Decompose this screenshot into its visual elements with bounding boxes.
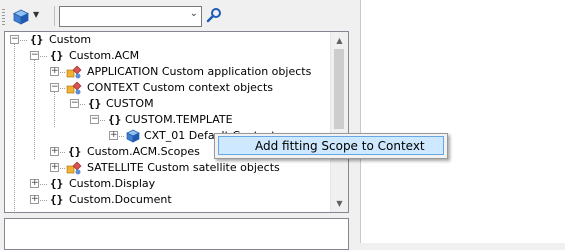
tree-node-custom-acm[interactable]: − {} Custom.ACM — [5, 48, 331, 64]
blue-cube-icon — [13, 9, 29, 25]
panel-splitter[interactable] — [352, 0, 360, 243]
search-icon[interactable] — [206, 7, 222, 23]
tree-node-custom-template[interactable]: − {} CUSTOM.TEMPLATE — [5, 112, 331, 128]
scroll-up-icon[interactable]: ▲ — [331, 32, 348, 49]
colored-shapes-icon — [66, 161, 82, 175]
object-type-dropdown-button[interactable]: ▼ — [8, 6, 54, 28]
colored-shapes-icon — [66, 65, 82, 79]
right-panel — [360, 0, 565, 243]
blue-cube-icon — [126, 129, 140, 143]
tree-node-custom-display[interactable]: + {} Custom.Display — [5, 176, 331, 192]
collapse-icon[interactable]: − — [50, 82, 59, 92]
tree-node-application[interactable]: + APPLICATION Custom application objects — [5, 64, 331, 80]
braces-icon: {} — [88, 97, 102, 110]
braces-icon: {} — [30, 33, 44, 46]
tree-vertical-scrollbar[interactable]: ▲ ▼ — [330, 32, 348, 212]
tree-node-label: SATELLITE Custom satellite objects — [87, 161, 280, 174]
tree-node-satellite[interactable]: + SATELLITE Custom satellite objects — [5, 160, 331, 176]
scroll-down-icon[interactable]: ▼ — [331, 195, 348, 212]
menu-item-label: Add fitting Scope to Context — [255, 139, 425, 153]
collapse-icon[interactable]: − — [90, 114, 99, 124]
tree-node-label: Custom.ACM — [69, 49, 140, 62]
caret-down-icon: ▼ — [33, 10, 40, 19]
toolbar-separator — [54, 6, 55, 26]
braces-icon: {} — [50, 49, 64, 62]
tree-node-label: CUSTOM — [106, 97, 154, 110]
collapse-icon[interactable]: − — [10, 34, 19, 44]
context-menu: Add fitting Scope to Context — [214, 133, 448, 159]
toolbar-grip[interactable] — [2, 9, 5, 25]
chevron-down-icon[interactable]: ⌄ — [190, 8, 198, 19]
braces-icon: {} — [108, 113, 122, 126]
tree-node-label: CONTEXT Custom context objects — [87, 81, 274, 94]
collapse-icon[interactable]: − — [30, 50, 39, 60]
tree-node-label: APPLICATION Custom application objects — [87, 65, 312, 78]
braces-icon: {} — [50, 177, 64, 190]
left-panel: ▼ ⌄ − {} Custom − {} Custom.ACM + APPLIC… — [0, 0, 352, 250]
filter-combobox[interactable]: ⌄ — [59, 6, 202, 27]
braces-icon: {} — [68, 145, 82, 158]
tree-node-context[interactable]: − CONTEXT Custom context objects — [5, 80, 331, 96]
tree-node-label: CUSTOM.TEMPLATE — [125, 113, 233, 126]
add-fitting-scope-menu-item[interactable]: Add fitting Scope to Context — [218, 136, 444, 155]
colored-shapes-icon — [66, 81, 82, 95]
expand-icon[interactable]: + — [30, 178, 39, 188]
tree-node-label: Custom.Display — [69, 177, 156, 190]
expand-icon[interactable]: + — [30, 194, 39, 204]
tree-node-custom-folder[interactable]: − {} CUSTOM — [5, 96, 331, 112]
scrollbar-thumb[interactable] — [334, 49, 344, 129]
expand-icon[interactable]: + — [50, 162, 59, 172]
details-panel — [4, 218, 349, 250]
expand-icon[interactable]: + — [109, 130, 118, 140]
tree-node-label: Custom — [49, 33, 92, 46]
object-tree[interactable]: − {} Custom − {} Custom.ACM + APPLICATIO… — [4, 31, 349, 213]
tree-node-label: Custom.Document — [69, 193, 172, 206]
expand-icon[interactable]: + — [50, 146, 59, 156]
expand-icon[interactable]: + — [50, 66, 59, 76]
tree-node-custom[interactable]: − {} Custom — [5, 32, 331, 48]
braces-icon: {} — [50, 193, 64, 206]
tree-node-custom-document[interactable]: + {} Custom.Document — [5, 192, 331, 208]
toolbar: ▼ ⌄ — [0, 0, 352, 32]
collapse-icon[interactable]: − — [70, 98, 79, 108]
tree-node-label: Custom.ACM.Scopes — [87, 145, 200, 158]
